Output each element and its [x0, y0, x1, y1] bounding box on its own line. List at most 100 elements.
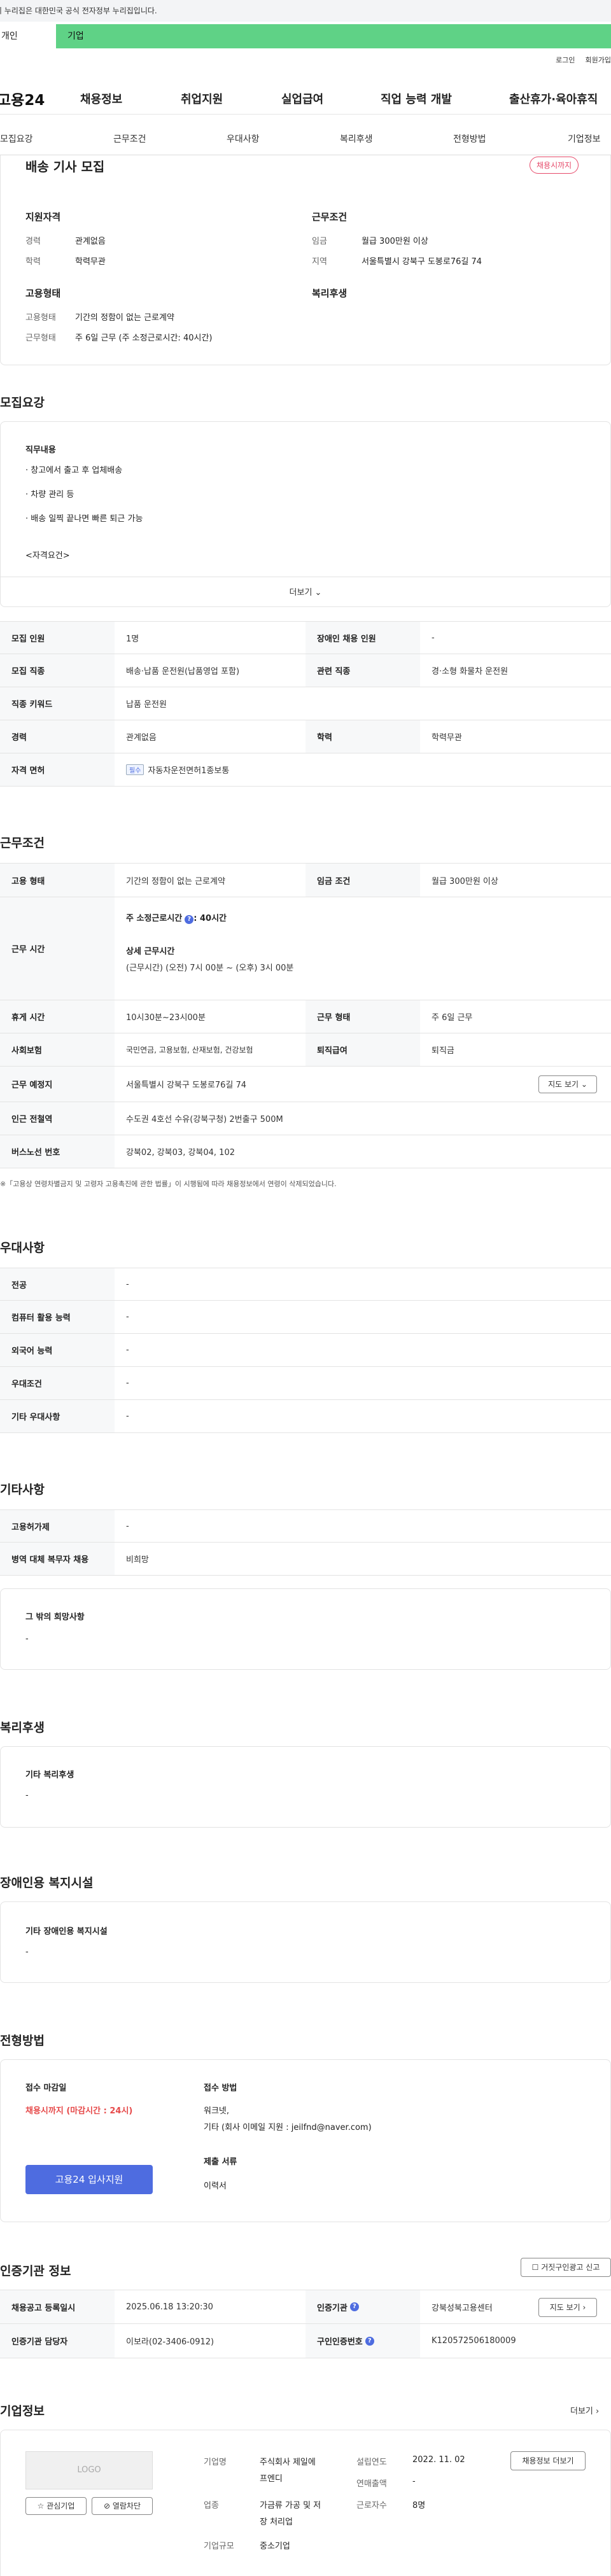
- lnb-item-welfare[interactable]: 복리후생: [340, 132, 373, 145]
- hiring-more-button[interactable]: 채용정보 더보기: [510, 2451, 586, 2470]
- sales-value: -: [412, 2477, 416, 2486]
- gov-banner-text: 이 누리집은 대한민국 공식 전자정부 누리집입니다.: [0, 6, 157, 15]
- signup-link[interactable]: 회원가입: [586, 55, 611, 65]
- th-subway: 인근 전철역: [0, 1102, 115, 1135]
- td-emp: 기간의 정함이 없는 근로계약: [126, 876, 225, 886]
- help-icon[interactable]: ?: [365, 2336, 374, 2346]
- tab-personal[interactable]: 개인: [0, 24, 56, 48]
- career-value: 관계없음: [75, 237, 106, 246]
- license-value: 자동차운전면허1종보통: [148, 766, 230, 776]
- status-badge: 채용시까지: [530, 157, 579, 174]
- th-related: 관련 직종: [306, 654, 420, 687]
- gnb-item-training[interactable]: 직업 능력 개발: [381, 90, 452, 107]
- duty-line: · 차량 관리 등: [25, 490, 74, 500]
- process-card: [0, 2059, 611, 2222]
- welfare-heading: 복리후생: [312, 288, 348, 299]
- duty-heading: 직무내용: [25, 445, 56, 455]
- industry-value-cont: 장 처리업: [260, 2517, 293, 2527]
- prefer-heading: 우대사항: [0, 1241, 45, 1255]
- deadline-value: 채용시까지 (마감시간 : 24시): [25, 2106, 133, 2116]
- site-logo[interactable]: 고용24: [0, 88, 45, 109]
- td-prefer-etc: -: [126, 1411, 129, 1421]
- method-line: 기타 (회사 이메일 지원 : jeilfnd@naver.com): [204, 2123, 372, 2132]
- th-insurance: 사회보험: [0, 1033, 115, 1066]
- help-icon[interactable]: ?: [185, 915, 194, 924]
- founded-value: 2022. 11. 02: [412, 2455, 465, 2465]
- gnb-item-unemployment[interactable]: 실업급여: [281, 90, 323, 107]
- table-row: 근무 예정지 서울특별시 강북구 도봉로76길 74 지도 보기 ⌄: [0, 1067, 611, 1102]
- table-row: 모집 인원 1명 장애인 채용 인원 -: [0, 621, 611, 654]
- th-manager: 인증기관 담당자: [0, 2324, 115, 2358]
- apply-button[interactable]: 고용24 입사지원: [25, 2165, 153, 2194]
- lnb-item-company[interactable]: 기업정보: [568, 132, 601, 145]
- work-hours-label: 주 소정근로시간: [126, 914, 183, 923]
- help-icon[interactable]: ?: [349, 2302, 359, 2311]
- table-row: 인증기관 담당자 이보라(02-3406-0912) 구인인증번호? K1205…: [0, 2324, 611, 2358]
- table-row: 근무 시간 주 소정근로시간?: 40시간 상세 근무시간 (근무시간) (오전…: [0, 897, 611, 1000]
- th-license: 자격 면허: [0, 753, 115, 786]
- work-hours-detail: (근무시간) (오전) 7시 00분 ~ (오후) 3시 00분: [126, 963, 294, 973]
- agency-map-button[interactable]: 지도 보기 ›: [538, 2298, 597, 2317]
- industry-value: 가금류 가공 및 저: [260, 2501, 321, 2510]
- gnb-item-jobs[interactable]: 채용정보: [80, 90, 122, 107]
- welfare-card: [0, 1746, 611, 1828]
- edu-value: 학력무관: [75, 257, 106, 267]
- table-row: 병역 대체 복무자 채용 비희망: [0, 1543, 611, 1576]
- docs-heading: 제출 서류: [204, 2157, 237, 2167]
- etc-heading: 기타사항: [0, 1483, 45, 1497]
- more-button[interactable]: 더보기 ⌄: [0, 585, 611, 598]
- map-button[interactable]: 지도 보기 ⌄: [538, 1075, 597, 1093]
- th-headcount: 모집 인원: [0, 622, 115, 654]
- td-military: 비희망: [126, 1555, 149, 1565]
- table-row: 버스노선 번호 강북02, 강북03, 강북04, 102: [0, 1135, 611, 1168]
- th-emp: 고용 형태: [0, 864, 115, 897]
- td-subway: 수도권 4호선 수유(강북구청) 2번출구 500M: [126, 1115, 283, 1124]
- member-tabs: 개인 기업: [0, 24, 611, 48]
- lnb-item-conditions[interactable]: 근무조건: [113, 132, 146, 145]
- method-line: 워크넷,: [204, 2106, 230, 2116]
- th-bus: 버스노선 번호: [0, 1135, 115, 1168]
- wage-label: 임금: [312, 237, 327, 246]
- lnb-item-recruit[interactable]: 모집요강: [0, 132, 33, 145]
- cond-heading: 근무조건: [312, 211, 348, 223]
- duty-line: · 배송 일찍 끝나면 빠른 퇴근 가능: [25, 514, 143, 524]
- td-wage: 월급 300만원 이상: [432, 876, 498, 886]
- tab-company[interactable]: 기업: [56, 24, 611, 48]
- lnb-item-prefer[interactable]: 우대사항: [227, 132, 260, 145]
- qual-more-text: <자격요건>: [25, 551, 70, 561]
- td-location: 서울특별시 강북구 도봉로76길 74: [126, 1081, 247, 1090]
- td-language: -: [126, 1345, 129, 1355]
- industry-label: 업종: [204, 2501, 219, 2510]
- table-row: 자격 면허 필수 자동차운전면허1종보통: [0, 753, 611, 787]
- lnb-item-process[interactable]: 전형방법: [453, 132, 486, 145]
- login-link[interactable]: 로그인: [556, 55, 575, 65]
- size-label: 기업규모: [204, 2542, 234, 2551]
- table-row: 모집 직종 배송·납품 운전원(납품영업 포함) 관련 직종 경·소형 화물차 …: [0, 654, 611, 687]
- th-language: 외국어 능력: [0, 1334, 115, 1366]
- block-button[interactable]: ⊘ 열람차단: [92, 2497, 153, 2515]
- th-disabled: 장애인 채용 인원: [306, 622, 420, 654]
- wage-value: 월급 300만원 이상: [362, 237, 428, 246]
- process-heading: 전형방법: [0, 2034, 45, 2048]
- th-job: 모집 직종: [0, 654, 115, 687]
- emp-type-value: 기간의 정함이 없는 근로계약: [75, 313, 174, 323]
- work-hours-value: : 40시간: [193, 914, 227, 923]
- report-button[interactable]: ☐ 거짓구인광고 신고: [521, 2258, 611, 2277]
- company-name-value-cont: 프엔디: [260, 2474, 283, 2484]
- gnb-item-support[interactable]: 취업지원: [181, 90, 223, 107]
- td-prefer-cond: -: [126, 1378, 129, 1388]
- td-job: 배송·납품 운전원(납품영업 포함): [126, 667, 240, 676]
- th-career: 경력: [0, 720, 115, 753]
- th-permit: 고용허가제: [0, 1510, 115, 1542]
- company-more-link[interactable]: 더보기 ›: [570, 2404, 599, 2416]
- favorite-button[interactable]: ☆ 관심기업: [25, 2497, 87, 2515]
- method-heading: 접수 방법: [204, 2083, 237, 2093]
- th-severance: 퇴직급여: [306, 1033, 420, 1066]
- region-label: 지역: [312, 257, 327, 267]
- gnb-item-leave[interactable]: 출산휴가·육아휴직: [509, 90, 598, 107]
- work-type-value: 주 6일 근무 (주 소정근로시간: 40시간): [75, 333, 213, 343]
- table-row: 인근 전철역 수도권 4호선 수유(강북구청) 2번출구 500M: [0, 1102, 611, 1135]
- td-org: 강북성북고용센터: [432, 2303, 493, 2313]
- th-major: 전공: [0, 1268, 115, 1300]
- td-computer: -: [126, 1312, 129, 1322]
